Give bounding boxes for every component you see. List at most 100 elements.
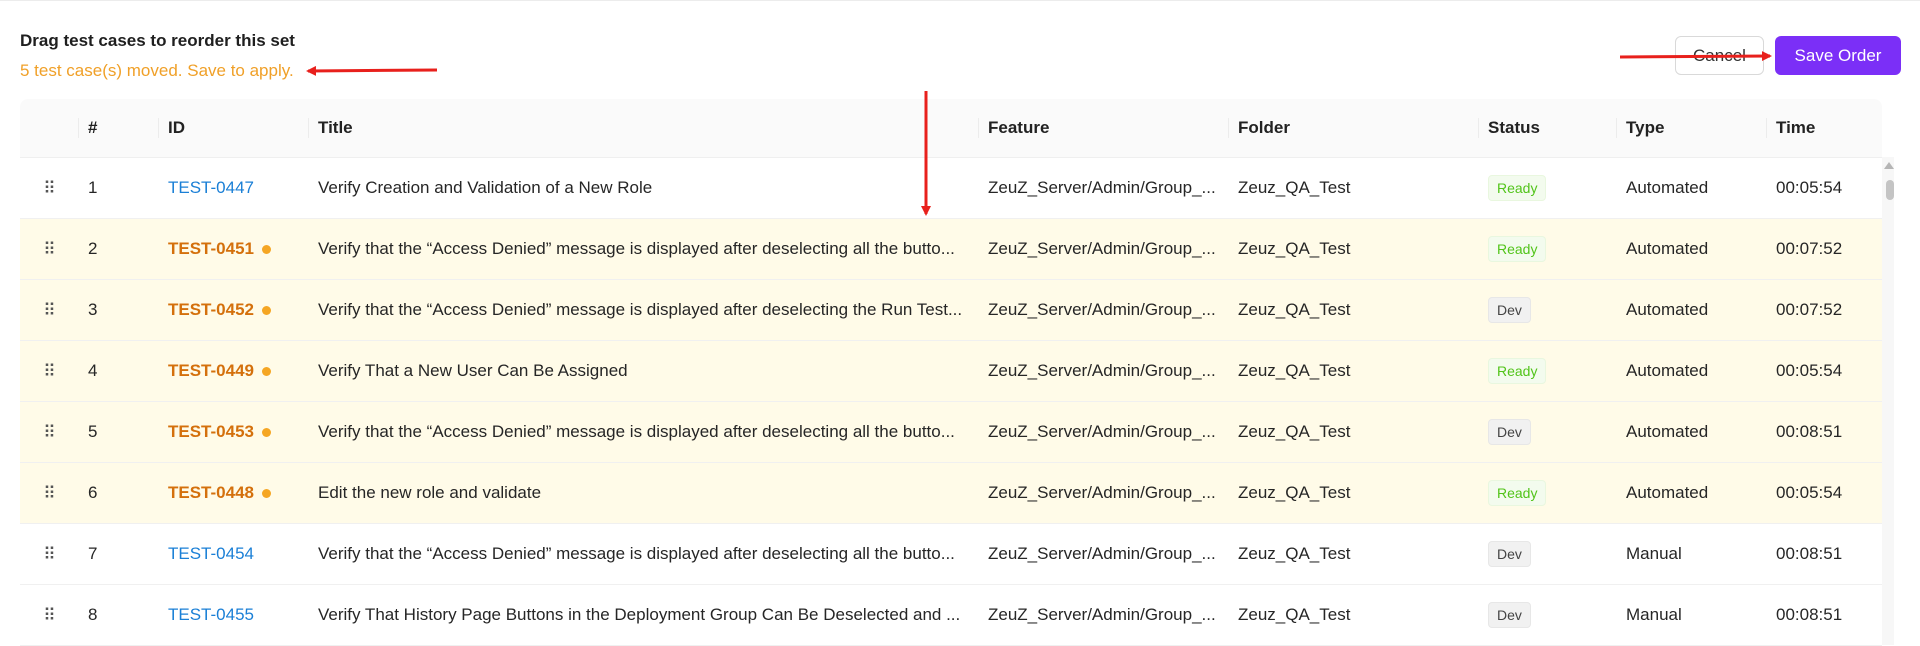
id-cell: TEST-0447	[158, 158, 308, 218]
annotation-arrow-notice	[306, 65, 438, 76]
moved-dot-icon	[262, 244, 271, 254]
folder-name: Zeuz_QA_Test	[1238, 605, 1351, 624]
drag-handle-icon[interactable]: ⠿	[43, 424, 55, 441]
title-cell: Verify Creation and Validation of a New …	[308, 158, 978, 218]
table-row[interactable]: ⠿ 6 TEST-0448 Edit the new role and validat…	[20, 463, 1882, 524]
test-case-table: # ID Title Feature Folder Status Type Ti…	[20, 99, 1882, 646]
title-cell: Verify that the “Access Denied” message …	[308, 280, 978, 340]
feature-path: ZeuZ_Server/Admin/Group_...	[988, 422, 1216, 441]
test-time: 00:08:51	[1776, 544, 1843, 563]
test-case-id-link[interactable]: TEST-0447	[168, 178, 254, 198]
feature-cell: ZeuZ_Server/Admin/Group_...	[978, 585, 1228, 645]
feature-path: ZeuZ_Server/Admin/Group_...	[988, 300, 1216, 319]
table-header: # ID Title Feature Folder Status Type Ti…	[20, 99, 1882, 158]
test-case-id-link[interactable]: TEST-0451	[168, 239, 254, 259]
table-row[interactable]: ⠿ 4 TEST-0449 Verify That a New User Can Be…	[20, 341, 1882, 402]
table-row[interactable]: ⠿ 8 TEST-0455 Verify That History Page Butt…	[20, 585, 1882, 646]
drag-handle-icon[interactable]: ⠿	[43, 363, 55, 380]
test-case-title: Edit the new role and validate	[318, 483, 542, 502]
drag-handle-cell[interactable]: ⠿	[20, 219, 78, 279]
title-cell: Verify that the “Access Denied” message …	[308, 524, 978, 584]
feature-path: ZeuZ_Server/Admin/Group_...	[988, 239, 1216, 258]
drag-handle-cell[interactable]: ⠿	[20, 280, 78, 340]
column-header-title[interactable]: Title	[308, 99, 978, 157]
row-number: 1	[88, 178, 98, 197]
table-row[interactable]: ⠿ 5 TEST-0453 Verify that the “Access Denie…	[20, 402, 1882, 463]
test-time: 00:08:51	[1776, 605, 1843, 624]
feature-cell: ZeuZ_Server/Admin/Group_...	[978, 158, 1228, 218]
test-case-title: Verify That History Page Buttons in the …	[318, 605, 961, 624]
test-case-id-link[interactable]: TEST-0452	[168, 300, 254, 320]
folder-name: Zeuz_QA_Test	[1238, 300, 1351, 319]
scrollbar-thumb[interactable]	[1886, 180, 1894, 200]
column-header-drag	[20, 99, 78, 157]
test-case-id-link[interactable]: TEST-0455	[168, 605, 254, 625]
test-type: Automated	[1626, 483, 1709, 502]
test-type: Automated	[1626, 300, 1709, 319]
test-case-title: Verify That a New User Can Be Assigned	[318, 361, 628, 380]
top-divider	[0, 0, 1920, 1]
column-header-number[interactable]: #	[78, 99, 158, 157]
row-number: 6	[88, 483, 98, 502]
test-case-id-link[interactable]: TEST-0448	[168, 483, 254, 503]
status-badge: Ready	[1488, 236, 1547, 262]
test-case-id-link[interactable]: TEST-0449	[168, 361, 254, 381]
status-cell: Ready	[1478, 463, 1616, 523]
test-case-title: Verify that the “Access Denied” message …	[318, 422, 955, 441]
title-cell: Verify that the “Access Denied” message …	[308, 219, 978, 279]
row-number: 5	[88, 422, 98, 441]
test-type: Manual	[1626, 544, 1682, 563]
column-header-status[interactable]: Status	[1478, 99, 1616, 157]
drag-handle-icon[interactable]: ⠿	[43, 180, 55, 197]
test-case-id-link[interactable]: TEST-0453	[168, 422, 254, 442]
test-type: Automated	[1626, 239, 1709, 258]
test-time: 00:05:54	[1776, 483, 1843, 502]
drag-handle-cell[interactable]: ⠿	[20, 524, 78, 584]
title-cell: Verify that the “Access Denied” message …	[308, 402, 978, 462]
table-row[interactable]: ⠿ 3 TEST-0452 Verify that the “Access Denie…	[20, 280, 1882, 341]
drag-handle-icon[interactable]: ⠿	[43, 485, 55, 502]
test-time: 00:05:54	[1776, 178, 1843, 197]
test-time: 00:08:51	[1776, 422, 1843, 441]
drag-handle-icon[interactable]: ⠿	[43, 546, 55, 563]
test-case-title: Verify that the “Access Denied” message …	[318, 544, 955, 563]
drag-handle-icon[interactable]: ⠿	[43, 241, 55, 258]
table-row[interactable]: ⠿ 7 TEST-0454 Verify that the “Access Denie…	[20, 524, 1882, 585]
feature-path: ZeuZ_Server/Admin/Group_...	[988, 361, 1216, 380]
drag-handle-icon[interactable]: ⠿	[43, 302, 55, 319]
column-header-folder[interactable]: Folder	[1228, 99, 1478, 157]
cancel-button[interactable]: Cancel	[1675, 36, 1764, 75]
test-type: Automated	[1626, 422, 1709, 441]
table-row[interactable]: ⠿ 2 TEST-0451 Verify that the “Access Denie…	[20, 219, 1882, 280]
status-badge: Dev	[1488, 419, 1531, 445]
test-case-id-link[interactable]: TEST-0454	[168, 544, 254, 564]
drag-handle-cell[interactable]: ⠿	[20, 158, 78, 218]
moved-dot-icon	[262, 427, 271, 437]
drag-handle-cell[interactable]: ⠿	[20, 463, 78, 523]
drag-handle-cell[interactable]: ⠿	[20, 402, 78, 462]
status-badge: Ready	[1488, 175, 1547, 201]
column-header-id[interactable]: ID	[158, 99, 308, 157]
drag-handle-cell[interactable]: ⠿	[20, 585, 78, 645]
table-row[interactable]: ⠿ 1 TEST-0447 Verify Creation and Validatio…	[20, 158, 1882, 219]
moved-dot-icon	[262, 488, 271, 498]
title-cell: Verify That History Page Buttons in the …	[308, 585, 978, 645]
column-header-feature[interactable]: Feature	[978, 99, 1228, 157]
column-header-type[interactable]: Type	[1616, 99, 1766, 157]
folder-name: Zeuz_QA_Test	[1238, 178, 1351, 197]
row-number: 7	[88, 544, 98, 563]
status-cell: Ready	[1478, 341, 1616, 401]
drag-handle-cell[interactable]: ⠿	[20, 341, 78, 401]
page-title: Drag test cases to reorder this set	[20, 31, 295, 50]
scroll-up-icon[interactable]	[1884, 162, 1894, 169]
vertical-scrollbar[interactable]	[1882, 157, 1894, 645]
test-time: 00:07:52	[1776, 239, 1843, 258]
status-cell: Dev	[1478, 280, 1616, 340]
save-order-button[interactable]: Save Order	[1775, 36, 1901, 75]
drag-handle-icon[interactable]: ⠿	[43, 607, 55, 624]
id-cell: TEST-0455	[158, 585, 308, 645]
id-cell: TEST-0448	[158, 463, 308, 523]
column-header-time[interactable]: Time	[1766, 99, 1882, 157]
table-body: ⠿ 1 TEST-0447 Verify Creation and Validatio…	[20, 158, 1882, 646]
moved-dot-icon	[262, 366, 271, 376]
